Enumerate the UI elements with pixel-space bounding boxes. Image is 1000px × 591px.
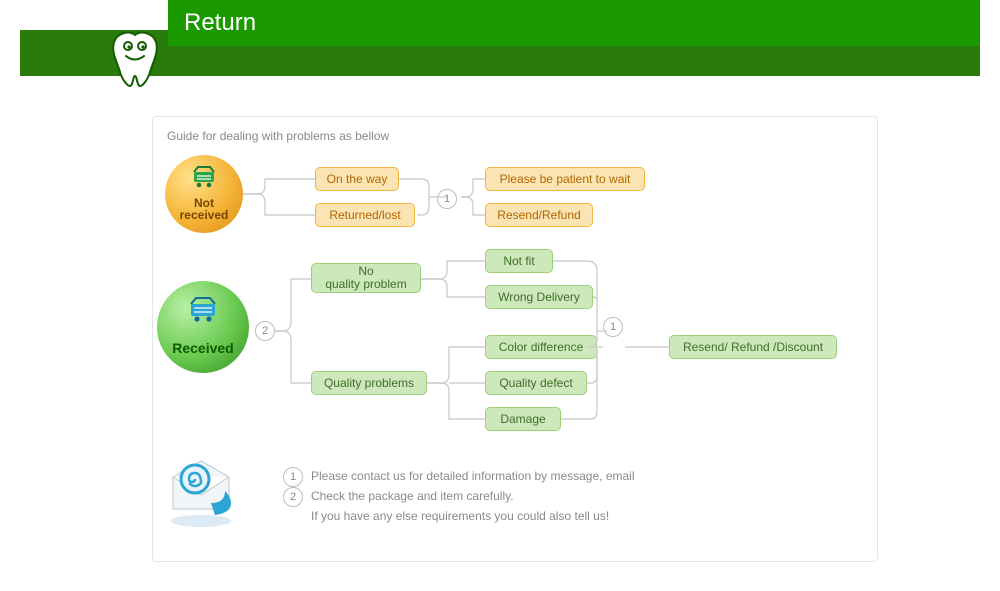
legend-tag-2: 2 xyxy=(283,487,303,507)
flow-card: Guide for dealing with problems as bello… xyxy=(152,116,878,562)
header-inner: Return xyxy=(168,0,980,46)
box-no-quality-problem: No quality problem xyxy=(311,263,421,293)
conn-rc-qp xyxy=(427,335,491,431)
box-resend-refund-discount: Resend/ Refund /Discount xyxy=(669,335,837,359)
conn-rc-root xyxy=(249,263,319,399)
legend-extra: If you have any else requirements you co… xyxy=(311,507,635,525)
badge-not-received: Not received xyxy=(165,155,243,233)
badge-not-received-label: Not received xyxy=(165,197,243,221)
legend: 1 Please contact us for detailed informat… xyxy=(283,467,635,525)
badge-received: Received xyxy=(157,281,249,373)
header-title: Return xyxy=(184,9,256,37)
box-damage: Damage xyxy=(485,407,561,431)
conn-nr-left xyxy=(243,167,323,227)
badge-received-label: Received xyxy=(157,341,249,355)
email-icon xyxy=(159,455,243,531)
box-quality-problems: Quality problems xyxy=(311,371,427,395)
cart-icon xyxy=(185,297,221,323)
conn-nr-mid xyxy=(399,167,489,227)
box-please-wait: Please be patient to wait xyxy=(485,167,645,191)
box-not-fit: Not fit xyxy=(485,249,553,273)
legend-line-2: Check the package and item carefully. xyxy=(311,487,514,505)
guide-text: Guide for dealing with problems as bello… xyxy=(167,129,389,143)
legend-line-1: Please contact us for detailed informati… xyxy=(311,467,635,485)
box-on-the-way: On the way xyxy=(315,167,399,191)
cart-icon xyxy=(189,166,219,188)
tooth-icon xyxy=(106,26,164,90)
conn-rc-noqp xyxy=(421,249,491,309)
box-resend-refund: Resend/Refund xyxy=(485,203,593,227)
conn-rc-merge xyxy=(553,249,673,421)
legend-tag-1: 1 xyxy=(283,467,303,487)
